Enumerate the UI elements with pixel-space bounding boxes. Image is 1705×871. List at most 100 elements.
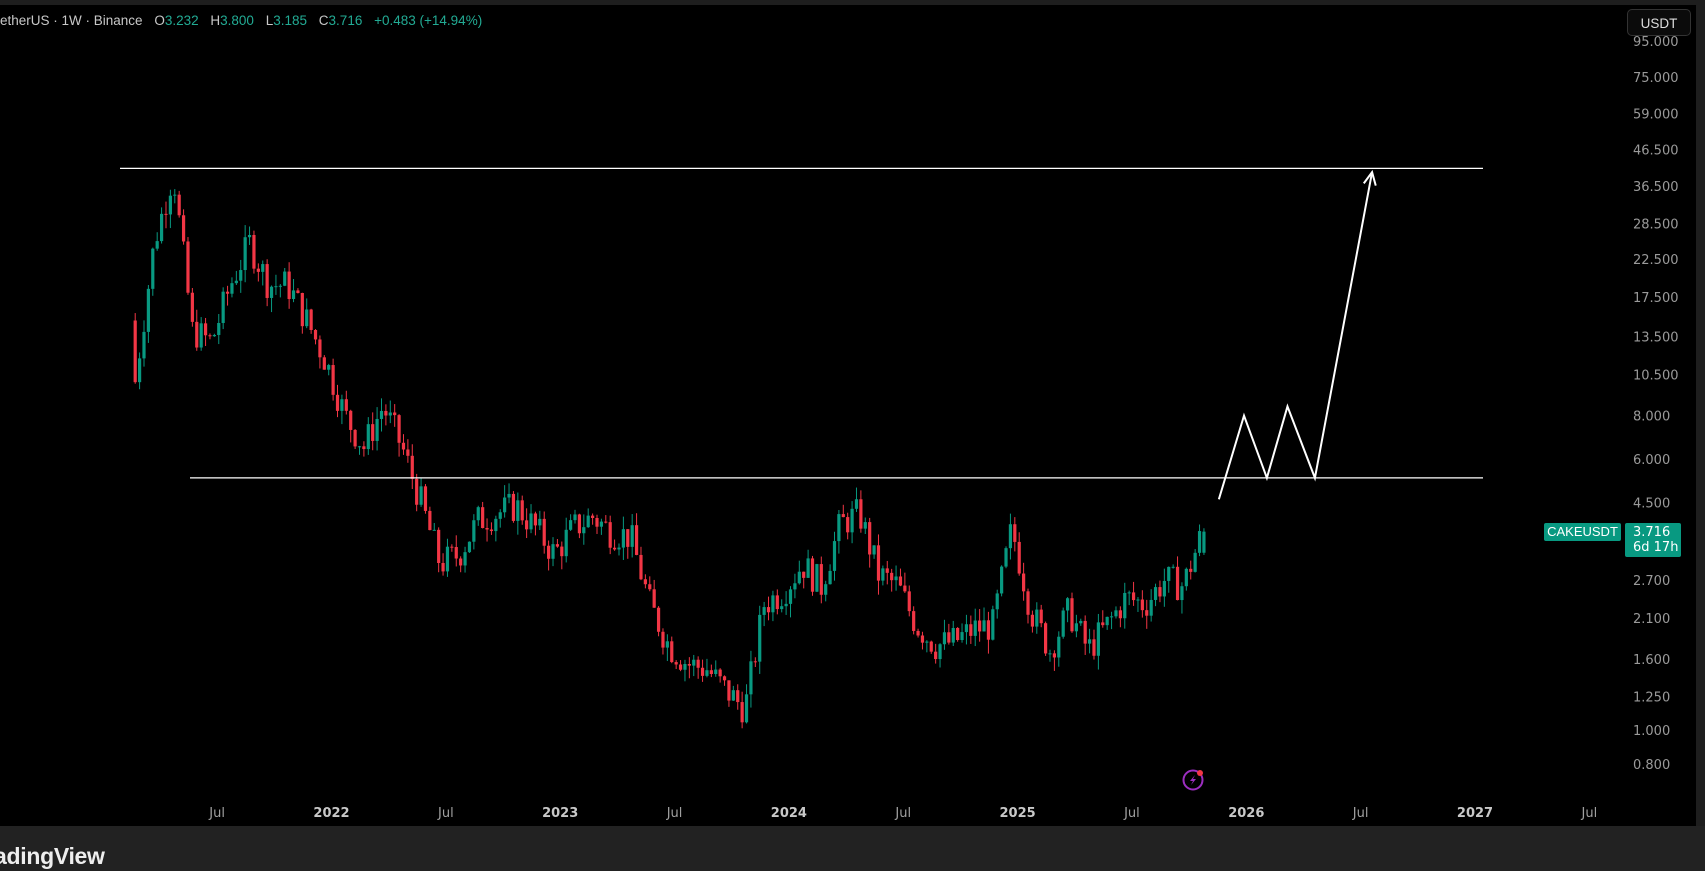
candle	[687, 657, 691, 679]
candle	[243, 225, 247, 283]
candle	[705, 658, 709, 678]
candle-body	[362, 446, 366, 450]
candle	[555, 539, 560, 548]
time-tick-label: 2027	[1457, 806, 1493, 821]
price-chart[interactable]: 95.000 75.000 59.000 46.500 36.500 28.500 22.5…	[0, 0, 1696, 826]
candle-body	[727, 680, 731, 701]
candle	[428, 506, 432, 531]
candle-body	[195, 321, 199, 348]
candle-body	[586, 515, 590, 528]
low-value: 3.185	[273, 13, 308, 28]
candle-body	[274, 286, 278, 288]
candle-body	[269, 286, 274, 298]
candle	[604, 515, 608, 524]
candle-body	[1189, 568, 1193, 572]
candle-body	[1162, 580, 1166, 597]
candle	[960, 623, 964, 643]
price-tick-label: 10.500	[1633, 368, 1679, 383]
tradingview-logo[interactable]: adingView	[0, 843, 105, 870]
candle-body	[437, 529, 441, 563]
candle-body	[934, 651, 938, 660]
candle-body	[806, 558, 810, 578]
price-tick-label: 2.100	[1633, 612, 1670, 627]
candle	[656, 606, 661, 637]
candle	[199, 317, 203, 351]
candle-body	[181, 215, 186, 242]
candle	[802, 571, 806, 589]
candle-body	[296, 290, 300, 293]
candle	[300, 292, 304, 334]
price-axis[interactable]: 95.000 75.000 59.000 46.500 36.500 28.500 22.5…	[1633, 35, 1679, 773]
candle	[903, 572, 907, 593]
candle	[898, 568, 903, 587]
candle-body	[265, 264, 269, 298]
candle	[221, 287, 225, 330]
candle	[1131, 581, 1136, 606]
candle-body	[1114, 610, 1118, 617]
candle	[533, 511, 538, 536]
candle-body	[683, 664, 687, 670]
candle-body	[234, 280, 238, 284]
candle-body	[419, 486, 423, 505]
candle-body	[916, 630, 920, 636]
candle-body	[881, 568, 885, 581]
candle	[203, 317, 208, 346]
price-tick-label: 1.600	[1633, 653, 1670, 668]
candle	[665, 634, 669, 662]
candle-body	[529, 513, 533, 530]
candle-body	[155, 241, 159, 249]
candle-body	[678, 664, 683, 670]
candle	[476, 505, 480, 526]
candle	[159, 207, 164, 244]
candle-body	[736, 690, 740, 703]
candle	[916, 628, 920, 638]
candle	[401, 434, 406, 455]
candle-body	[375, 418, 379, 441]
candle-body	[221, 291, 225, 323]
candle-body	[846, 517, 850, 533]
candle	[349, 409, 353, 443]
candle-body	[731, 690, 735, 701]
candle-body	[608, 522, 612, 548]
candle	[876, 534, 881, 595]
candle	[991, 605, 995, 641]
candle-body	[775, 595, 779, 610]
candle-body	[349, 410, 353, 430]
lightning-icon[interactable]	[1182, 769, 1204, 791]
candle-body	[498, 512, 502, 519]
candle-body	[261, 264, 265, 272]
candle-body	[564, 529, 568, 557]
candle	[1171, 564, 1175, 569]
candle	[1197, 524, 1202, 557]
candle-body	[186, 241, 190, 293]
candle-body	[379, 410, 384, 419]
currency-button[interactable]: USDT	[1627, 9, 1691, 36]
candle-body	[648, 584, 652, 590]
candle-body	[1039, 609, 1043, 624]
candle-body	[595, 517, 599, 527]
candle	[1114, 606, 1118, 619]
candle-body	[247, 234, 252, 238]
candle	[969, 615, 973, 644]
candle-body	[1004, 548, 1008, 567]
candle-body	[1158, 587, 1162, 597]
candle-body	[1035, 609, 1039, 627]
candle	[1048, 649, 1052, 662]
time-axis[interactable]: Jul 2022 Jul 2023 Jul 2024 Jul 2025 Jul 2026 Jul 20…	[208, 806, 1597, 821]
candle	[1162, 568, 1166, 607]
candle	[626, 529, 630, 559]
candle-body	[503, 497, 507, 513]
candle	[586, 508, 590, 528]
candle-body	[793, 583, 797, 590]
candle	[718, 668, 722, 683]
candle-body	[472, 520, 476, 542]
candle	[415, 473, 419, 512]
candle-body	[705, 670, 709, 676]
candle-body	[903, 585, 907, 592]
candle	[318, 335, 322, 369]
candle	[683, 659, 687, 682]
candle-body	[555, 544, 560, 547]
candle-body	[758, 614, 762, 662]
candle	[832, 531, 837, 581]
candle-body	[626, 529, 630, 547]
